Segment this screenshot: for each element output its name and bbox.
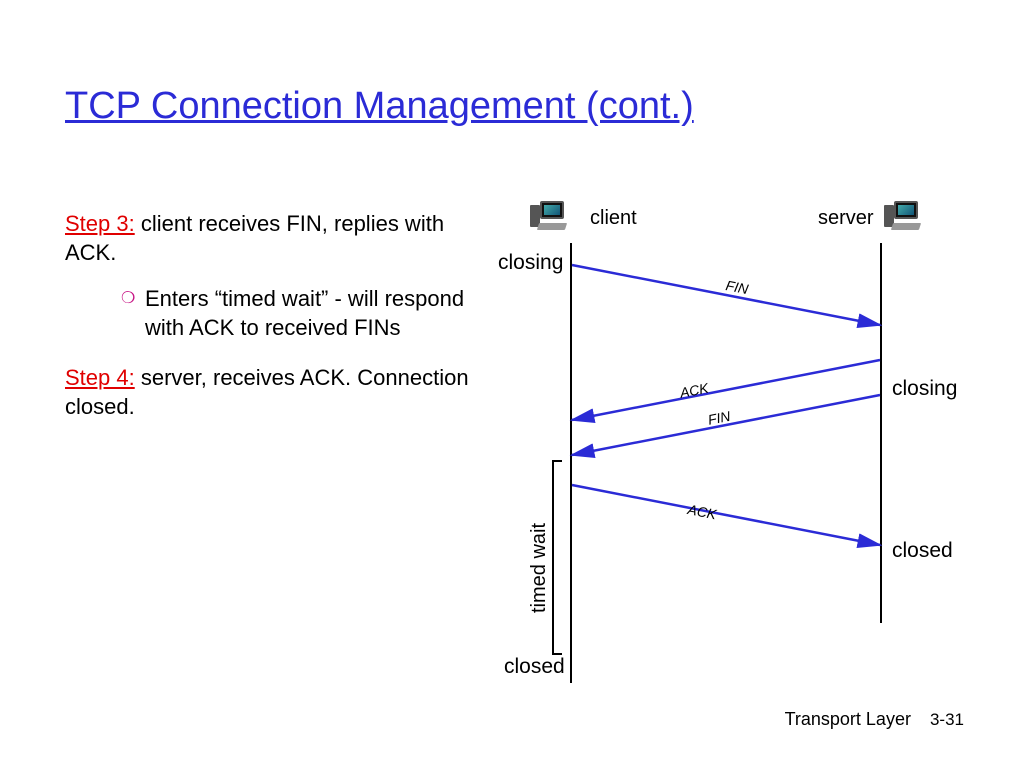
body-text: Step 3: client receives FIN, replies wit… — [65, 210, 475, 422]
step3-keyword: client — [141, 211, 192, 236]
step4-line: Step 4: server, receives ACK. Connection… — [65, 364, 475, 421]
step3-line: Step 3: client receives FIN, replies wit… — [65, 210, 475, 267]
state-server-closed: closed — [892, 539, 953, 563]
sequence-diagram: client server FIN ACK FIN ACK closing cl… — [510, 195, 990, 675]
timed-wait-label: timed wait — [528, 523, 551, 613]
state-client-closing: closing — [498, 251, 563, 275]
step4-keyword: server — [141, 365, 201, 390]
state-client-closed: closed — [504, 655, 565, 679]
step3-label: Step 3: — [65, 211, 135, 236]
state-server-closing: closing — [892, 377, 957, 401]
step3-sub: Enters “timed wait” - will respond with … — [65, 285, 475, 342]
slide-title: TCP Connection Management (cont.) — [65, 85, 694, 128]
slide-footer: Transport Layer 3-31 — [785, 709, 964, 730]
footer-section: Transport Layer — [785, 709, 911, 729]
timed-wait-bracket — [552, 460, 562, 655]
message-arrows — [510, 195, 990, 675]
footer-page: 3-31 — [930, 710, 964, 729]
step4-label: Step 4: — [65, 365, 135, 390]
